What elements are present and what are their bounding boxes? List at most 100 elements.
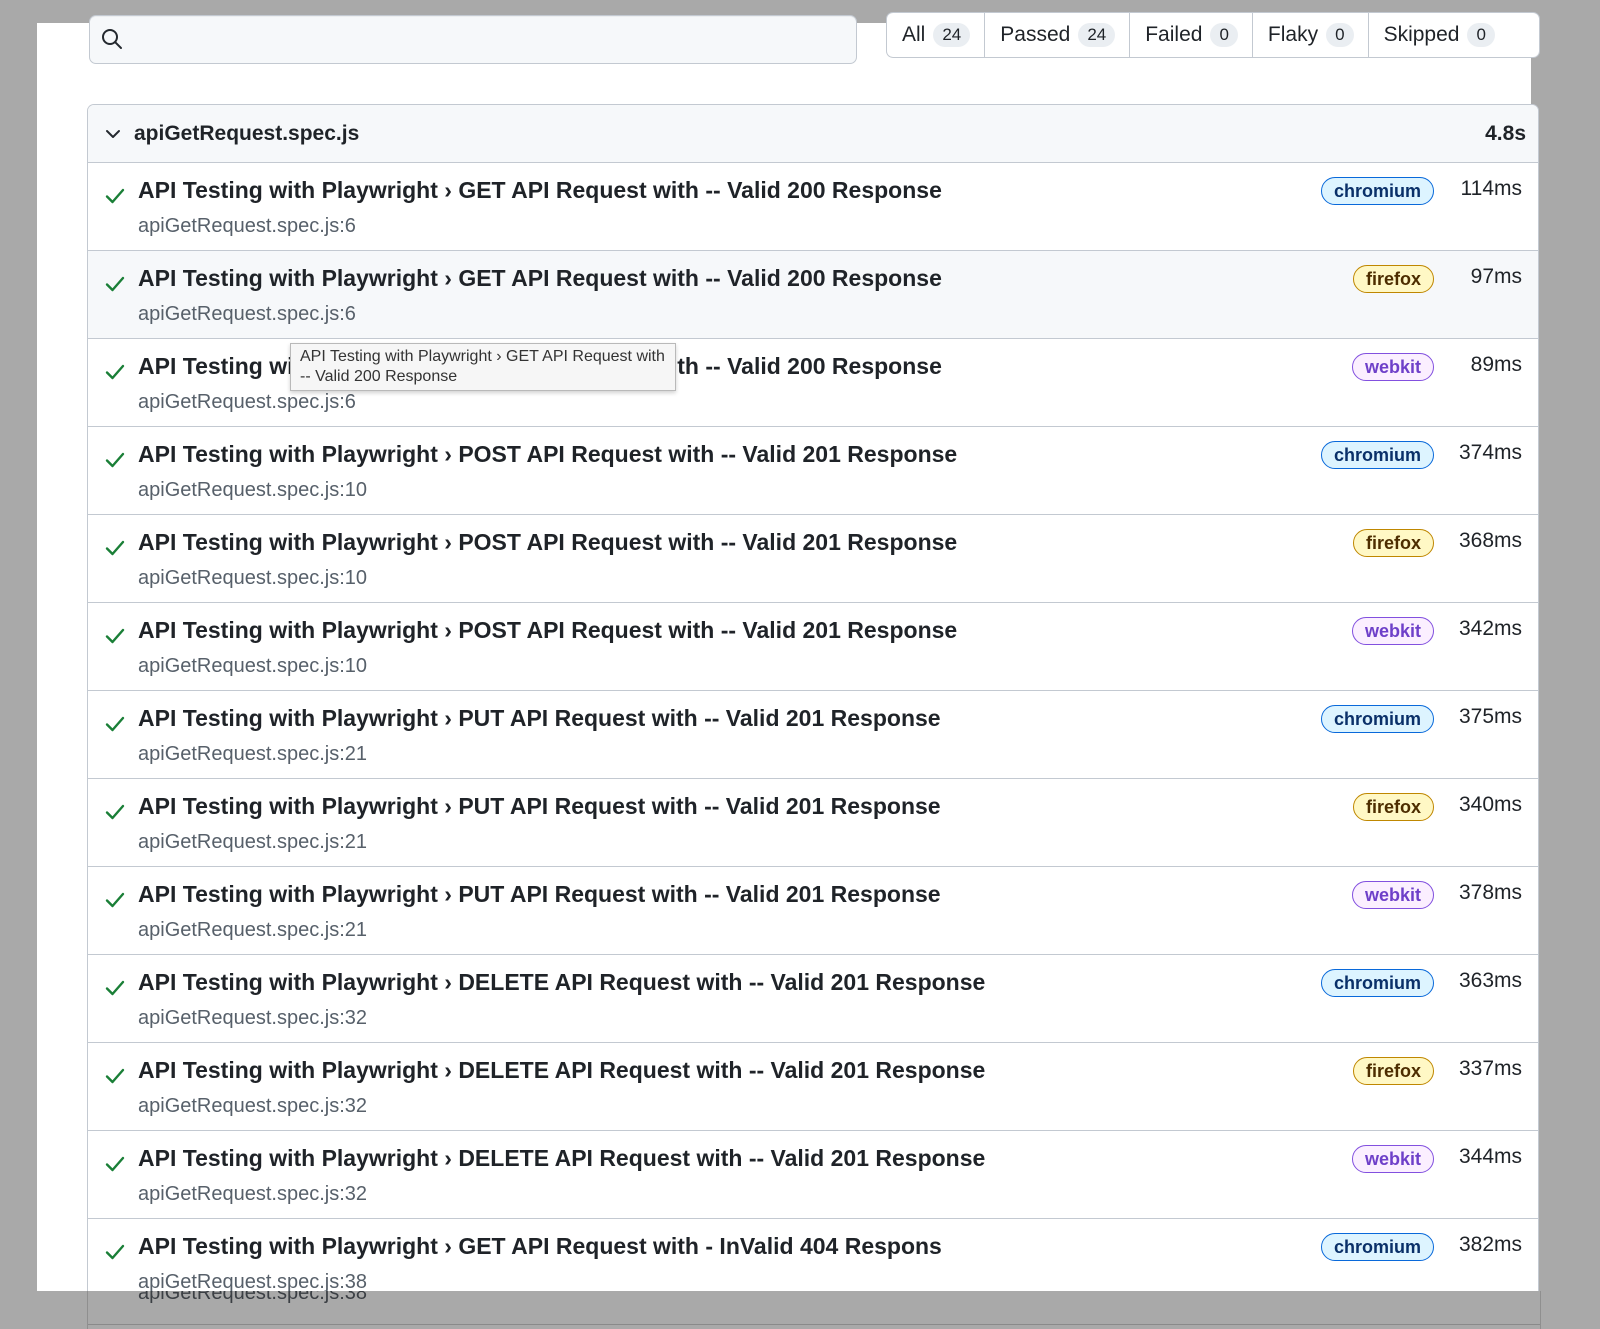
test-duration: 114ms: [1460, 177, 1522, 200]
filter-label: Failed: [1145, 23, 1203, 46]
test-file-group: apiGetRequest.spec.js 4.8s API Testing w…: [87, 104, 1539, 1329]
browser-badge[interactable]: chromium: [1320, 969, 1434, 997]
check-icon: [105, 188, 125, 204]
test-location: apiGetRequest.spec.js:32: [138, 1007, 368, 1029]
test-title[interactable]: API Testing with Playwright › PUT API Re…: [138, 705, 941, 732]
filter-flaky[interactable]: Flaky 0: [1253, 13, 1369, 57]
check-icon: [105, 1156, 125, 1172]
filter-count: 0: [1467, 23, 1495, 47]
filter-all[interactable]: All 24: [887, 13, 986, 57]
browser-badge[interactable]: chromium: [1320, 441, 1434, 469]
filter-failed[interactable]: Failed 0: [1130, 13, 1253, 57]
test-duration: 375ms: [1458, 705, 1522, 728]
test-row[interactable]: API Testing with Playwright › DELETE API…: [88, 955, 1538, 1043]
check-icon: [105, 1244, 125, 1260]
filter-label: All: [902, 23, 926, 46]
test-title[interactable]: API Testing with Playwright › GET API Re…: [138, 1233, 942, 1260]
filter-label: Skipped: [1383, 23, 1460, 46]
check-icon: [105, 1068, 125, 1084]
test-row[interactable]: API Testing with Playwright › PUT API Re…: [88, 691, 1538, 779]
test-duration: 342ms: [1458, 617, 1522, 640]
chevron-down-icon[interactable]: [104, 125, 122, 143]
filter-skipped[interactable]: Skipped 0: [1369, 13, 1539, 57]
test-row[interactable]: API Testing with Playwright › DELETE API…: [88, 1131, 1538, 1219]
test-row[interactable]: API Testing with Playwright › POST API R…: [88, 427, 1538, 515]
test-row[interactable]: API Testing with Playwright › GET API Re…: [88, 251, 1538, 339]
search-box[interactable]: [89, 15, 857, 64]
test-location: apiGetRequest.spec.js:38: [138, 1291, 368, 1304]
test-duration: 378ms: [1458, 881, 1522, 904]
test-duration: 97ms: [1470, 265, 1522, 288]
check-icon: [105, 540, 125, 556]
filter-label: Passed: [1000, 23, 1071, 46]
test-row[interactable]: API Testing with Playwright › POST API R…: [88, 603, 1538, 691]
test-location: apiGetRequest.spec.js:32: [138, 1183, 368, 1205]
test-duration: 374ms: [1458, 441, 1522, 464]
test-row[interactable]: API Testing with Playwright › PUT API Re…: [88, 779, 1538, 867]
test-duration: 340ms: [1458, 793, 1522, 816]
test-location: apiGetRequest.spec.js:21: [138, 743, 368, 765]
test-title[interactable]: API Testing with Playwright › DELETE API…: [138, 969, 985, 996]
search-input[interactable]: [134, 22, 838, 58]
status-filters: All 24 Passed 24 Failed 0 Flaky 0 Skippe…: [886, 12, 1540, 58]
test-location: apiGetRequest.spec.js:21: [138, 831, 368, 853]
offscreen-area: apiGetRequest.spec.js:38: [87, 1291, 1541, 1329]
file-header[interactable]: apiGetRequest.spec.js 4.8s: [88, 105, 1538, 163]
test-row[interactable]: API Testing with Playwright › DELETE API…: [88, 1043, 1538, 1131]
test-location: apiGetRequest.spec.js:10: [138, 655, 368, 677]
file-duration: 4.8s: [1485, 122, 1526, 145]
row-divider: [88, 1324, 1540, 1325]
test-duration: 363ms: [1458, 969, 1522, 992]
test-title[interactable]: API Testing with Playwright › PUT API Re…: [138, 881, 941, 908]
browser-badge[interactable]: firefox: [1352, 529, 1434, 557]
test-duration: 368ms: [1458, 529, 1522, 552]
browser-badge[interactable]: webkit: [1351, 617, 1434, 645]
test-title[interactable]: API Testing with Playwright › POST API R…: [138, 529, 957, 556]
filter-count: 0: [1210, 23, 1238, 47]
file-name: apiGetRequest.spec.js: [134, 122, 360, 145]
test-duration: 344ms: [1458, 1145, 1522, 1168]
test-location: apiGetRequest.spec.js:6: [138, 391, 356, 413]
check-icon: [105, 804, 125, 820]
check-icon: [105, 892, 125, 908]
test-title[interactable]: API Testing with Playwright › GET API Re…: [138, 265, 942, 292]
test-duration: 89ms: [1470, 353, 1522, 376]
filter-label: Flaky: [1267, 23, 1319, 46]
browser-badge[interactable]: webkit: [1351, 881, 1434, 909]
filter-count: 0: [1326, 23, 1354, 47]
test-row[interactable]: API Testing with Playwright › GET API Re…: [88, 163, 1538, 251]
browser-badge[interactable]: firefox: [1352, 1057, 1434, 1085]
test-title[interactable]: API Testing with Playwright › POST API R…: [138, 441, 957, 468]
filter-count: 24: [933, 23, 971, 47]
search-icon: [102, 29, 122, 49]
test-row[interactable]: API Testing with Playwright › PUT API Re…: [88, 867, 1538, 955]
browser-badge[interactable]: webkit: [1351, 1145, 1434, 1173]
test-title[interactable]: API Testing with Playwright › GET API Re…: [138, 177, 942, 204]
test-duration: 337ms: [1458, 1057, 1522, 1080]
check-icon: [105, 452, 125, 468]
test-location: apiGetRequest.spec.js:6: [138, 215, 356, 237]
browser-badge[interactable]: webkit: [1351, 353, 1434, 381]
test-title[interactable]: API Testing with Playwright › POST API R…: [138, 617, 957, 644]
check-icon: [105, 980, 125, 996]
filter-count: 24: [1078, 23, 1116, 47]
title-tooltip: API Testing with Playwright › GET API Re…: [290, 343, 676, 391]
browser-badge[interactable]: firefox: [1352, 265, 1434, 293]
test-location: apiGetRequest.spec.js:10: [138, 479, 368, 501]
browser-badge[interactable]: firefox: [1352, 793, 1434, 821]
browser-badge[interactable]: chromium: [1320, 177, 1434, 205]
filter-passed[interactable]: Passed 24: [985, 13, 1131, 57]
test-title[interactable]: API Testing with Playwright › PUT API Re…: [138, 793, 941, 820]
test-title[interactable]: API Testing with Playwright › DELETE API…: [138, 1057, 985, 1084]
test-location: apiGetRequest.spec.js:32: [138, 1095, 368, 1117]
test-location: apiGetRequest.spec.js:10: [138, 567, 368, 589]
check-icon: [105, 628, 125, 644]
test-duration: 382ms: [1458, 1233, 1522, 1256]
test-title[interactable]: API Testing with Playwright › DELETE API…: [138, 1145, 985, 1172]
test-location: apiGetRequest.spec.js:6: [138, 303, 356, 325]
browser-badge[interactable]: chromium: [1320, 1233, 1434, 1261]
check-icon: [105, 716, 125, 732]
test-row[interactable]: API Testing with Playwright › POST API R…: [88, 515, 1538, 603]
browser-badge[interactable]: chromium: [1320, 705, 1434, 733]
check-icon: [105, 276, 125, 292]
